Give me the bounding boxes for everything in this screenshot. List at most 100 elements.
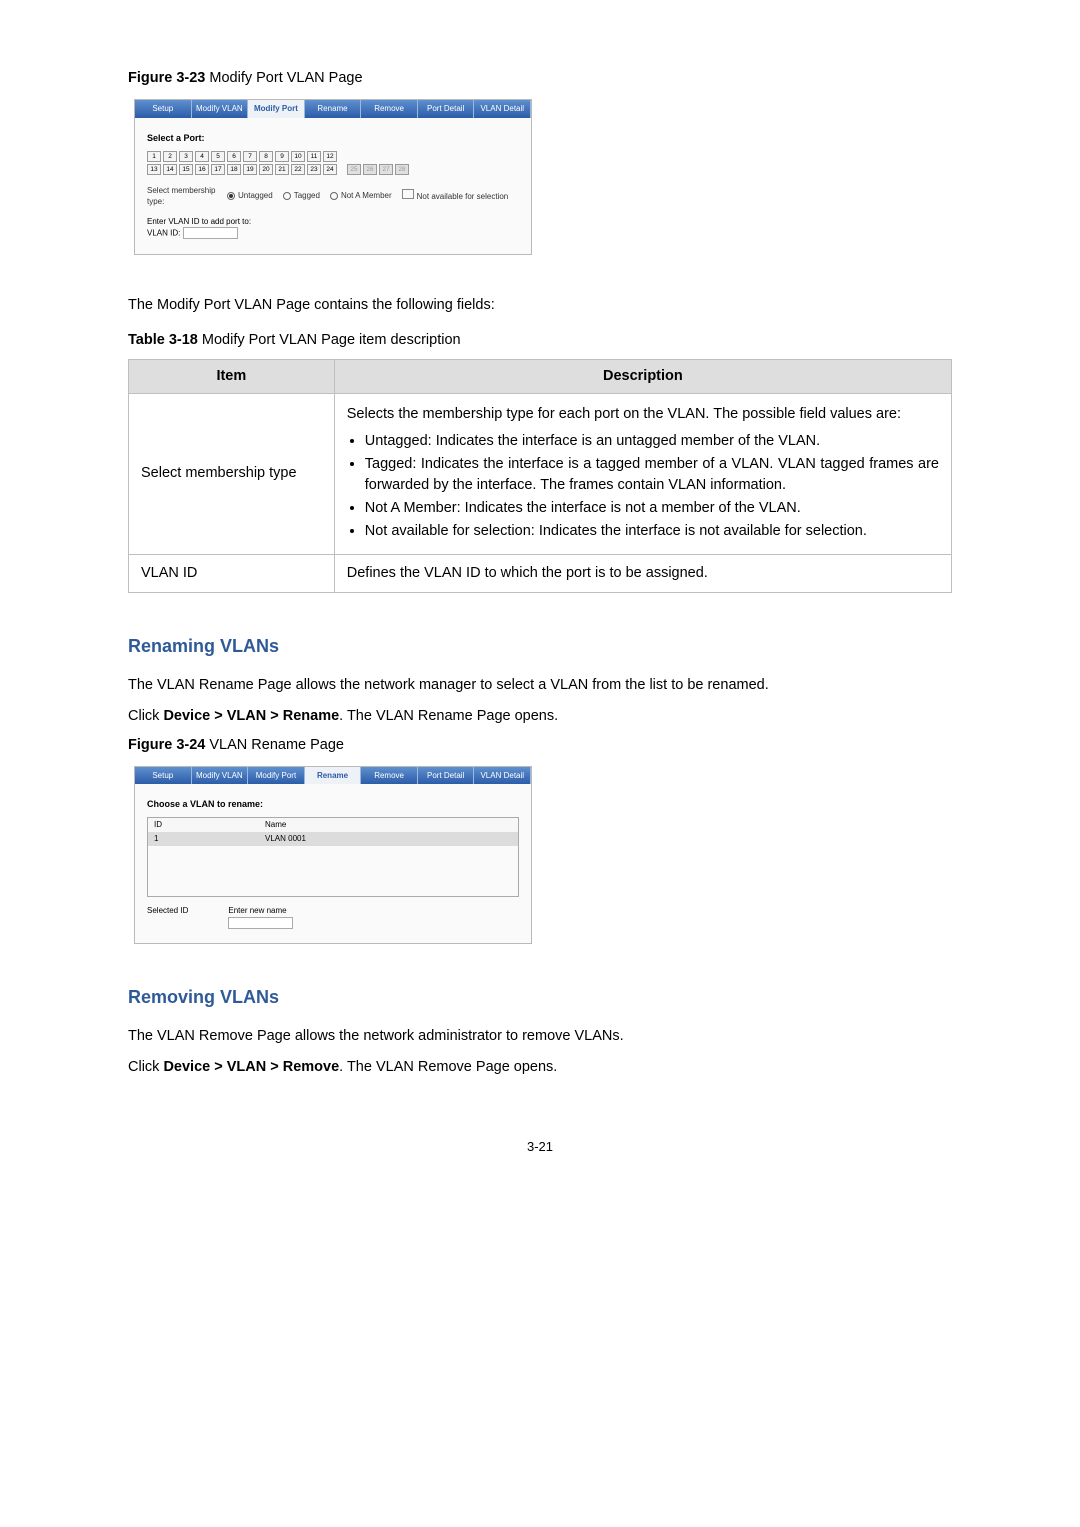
- heading-removing-vlans: Removing VLANs: [128, 984, 952, 1010]
- tab-modify-vlan[interactable]: Modify VLAN: [192, 100, 249, 118]
- row1-bullet-1: Untagged: Indicates the interface is an …: [365, 431, 939, 452]
- figure-24-caption: Figure 3-24 VLAN Rename Page: [128, 735, 952, 756]
- row1-bullet-3: Not A Member: Indicates the interface is…: [365, 498, 939, 519]
- th-description: Description: [334, 359, 951, 393]
- membership-row: Select membership type: Untagged Tagged …: [147, 185, 519, 208]
- selected-id-label: Selected ID: [147, 905, 188, 929]
- enter-vlan-label: Enter VLAN ID to add port to:: [147, 216, 519, 228]
- figure-23-label: Figure 3-23: [128, 70, 205, 86]
- port-11[interactable]: 11: [307, 151, 321, 162]
- table-318-title: Modify Port VLAN Page item description: [202, 332, 461, 348]
- port-25[interactable]: 25: [347, 164, 361, 175]
- tab-setup[interactable]: Setup: [135, 100, 192, 118]
- cell-name: VLAN 0001: [259, 832, 518, 846]
- legend-not-available: Not available for selection: [402, 189, 509, 203]
- intro-text-1: The Modify Port VLAN Page contains the f…: [128, 295, 952, 316]
- port-14[interactable]: 14: [163, 164, 177, 175]
- figure-23-title: Modify Port VLAN Page: [209, 70, 362, 86]
- tab-modify-vlan[interactable]: Modify VLAN: [192, 767, 249, 785]
- figure-24-label: Figure 3-24: [128, 737, 205, 753]
- port-10[interactable]: 10: [291, 151, 305, 162]
- tab-vlan-detail[interactable]: VLAN Detail: [474, 767, 531, 785]
- panel: Choose a VLAN to rename: ID Name 1 VLAN …: [135, 784, 531, 943]
- figure-24-title: VLAN Rename Page: [209, 737, 344, 753]
- port-grid: 1 2 3 4 5 6 7 8 9 10 11 12 13 14 15 16 1…: [147, 151, 519, 175]
- port-2[interactable]: 2: [163, 151, 177, 162]
- port-27[interactable]: 27: [379, 164, 393, 175]
- enter-name-label: Enter new name: [228, 906, 286, 915]
- breadcrumb: Device > VLAN > Rename: [163, 708, 339, 724]
- vlan-rename-screenshot: Setup Modify VLAN Modify Port Rename Rem…: [134, 766, 532, 944]
- table-318-label: Table 3-18: [128, 332, 198, 348]
- tab-remove[interactable]: Remove: [361, 100, 418, 118]
- row1-bullet-4: Not available for selection: Indicates t…: [365, 521, 939, 542]
- table-318: Item Description Select membership type …: [128, 359, 952, 593]
- radio-tagged[interactable]: Tagged: [283, 190, 320, 202]
- port-6[interactable]: 6: [227, 151, 241, 162]
- vlan-id-label: VLAN ID:: [147, 229, 180, 238]
- heading-renaming-vlans: Renaming VLANs: [128, 633, 952, 659]
- tab-vlan-detail[interactable]: VLAN Detail: [474, 100, 531, 118]
- enter-name-input[interactable]: [228, 917, 293, 929]
- port-1[interactable]: 1: [147, 151, 161, 162]
- tab-bar: Setup Modify VLAN Modify Port Rename Rem…: [135, 767, 531, 785]
- renaming-click-path: Click Device > VLAN > Rename. The VLAN R…: [128, 706, 952, 727]
- membership-label: Select membership type:: [147, 185, 217, 208]
- cell-id: 1: [148, 832, 259, 846]
- table-318-caption: Table 3-18 Modify Port VLAN Page item de…: [128, 330, 952, 351]
- row1-intro: Selects the membership type for each por…: [347, 404, 939, 425]
- port-18[interactable]: 18: [227, 164, 241, 175]
- port-16[interactable]: 16: [195, 164, 209, 175]
- port-9[interactable]: 9: [275, 151, 289, 162]
- port-12[interactable]: 12: [323, 151, 337, 162]
- panel: Select a Port: 1 2 3 4 5 6 7 8 9 10 11 1…: [135, 118, 531, 254]
- tab-setup[interactable]: Setup: [135, 767, 192, 785]
- col-id: ID: [148, 818, 259, 832]
- radio-untagged[interactable]: Untagged: [227, 190, 273, 202]
- modify-port-vlan-screenshot: Setup Modify VLAN Modify Port Rename Rem…: [134, 99, 532, 255]
- tab-modify-port[interactable]: Modify Port: [248, 767, 305, 785]
- table-row: Select membership type Selects the membe…: [129, 393, 952, 554]
- port-15[interactable]: 15: [179, 164, 193, 175]
- port-22[interactable]: 22: [291, 164, 305, 175]
- vlan-id-input[interactable]: [183, 227, 238, 239]
- port-5[interactable]: 5: [211, 151, 225, 162]
- vlan-list[interactable]: ID Name 1 VLAN 0001: [147, 817, 519, 897]
- port-17[interactable]: 17: [211, 164, 225, 175]
- tab-remove[interactable]: Remove: [361, 767, 418, 785]
- th-item: Item: [129, 359, 335, 393]
- cell-desc-1: Selects the membership type for each por…: [334, 393, 951, 554]
- port-21[interactable]: 21: [275, 164, 289, 175]
- removing-para-1: The VLAN Remove Page allows the network …: [128, 1026, 952, 1047]
- port-7[interactable]: 7: [243, 151, 257, 162]
- tab-modify-port[interactable]: Modify Port: [248, 100, 305, 118]
- tab-rename[interactable]: Rename: [305, 100, 362, 118]
- port-28[interactable]: 28: [395, 164, 409, 175]
- list-item[interactable]: 1 VLAN 0001: [148, 832, 518, 846]
- port-3[interactable]: 3: [179, 151, 193, 162]
- removing-click-path: Click Device > VLAN > Remove. The VLAN R…: [128, 1057, 952, 1078]
- cell-desc-2: Defines the VLAN ID to which the port is…: [334, 554, 951, 592]
- cell-item-1: Select membership type: [129, 393, 335, 554]
- col-name: Name: [259, 818, 518, 832]
- cell-item-2: VLAN ID: [129, 554, 335, 592]
- tab-port-detail[interactable]: Port Detail: [418, 100, 475, 118]
- port-20[interactable]: 20: [259, 164, 273, 175]
- row1-bullet-2: Tagged: Indicates the interface is a tag…: [365, 454, 939, 496]
- port-24[interactable]: 24: [323, 164, 337, 175]
- tab-bar: Setup Modify VLAN Modify Port Rename Rem…: [135, 100, 531, 118]
- page-number: 3-21: [128, 1138, 952, 1157]
- select-port-label: Select a Port:: [147, 132, 519, 145]
- figure-23-caption: Figure 3-23 Modify Port VLAN Page: [128, 68, 952, 89]
- port-4[interactable]: 4: [195, 151, 209, 162]
- port-19[interactable]: 19: [243, 164, 257, 175]
- port-13[interactable]: 13: [147, 164, 161, 175]
- port-26[interactable]: 26: [363, 164, 377, 175]
- radio-not-member[interactable]: Not A Member: [330, 190, 392, 202]
- port-23[interactable]: 23: [307, 164, 321, 175]
- port-8[interactable]: 8: [259, 151, 273, 162]
- choose-vlan-label: Choose a VLAN to rename:: [147, 798, 519, 811]
- tab-port-detail[interactable]: Port Detail: [418, 767, 475, 785]
- renaming-para-1: The VLAN Rename Page allows the network …: [128, 675, 952, 696]
- tab-rename[interactable]: Rename: [305, 767, 362, 785]
